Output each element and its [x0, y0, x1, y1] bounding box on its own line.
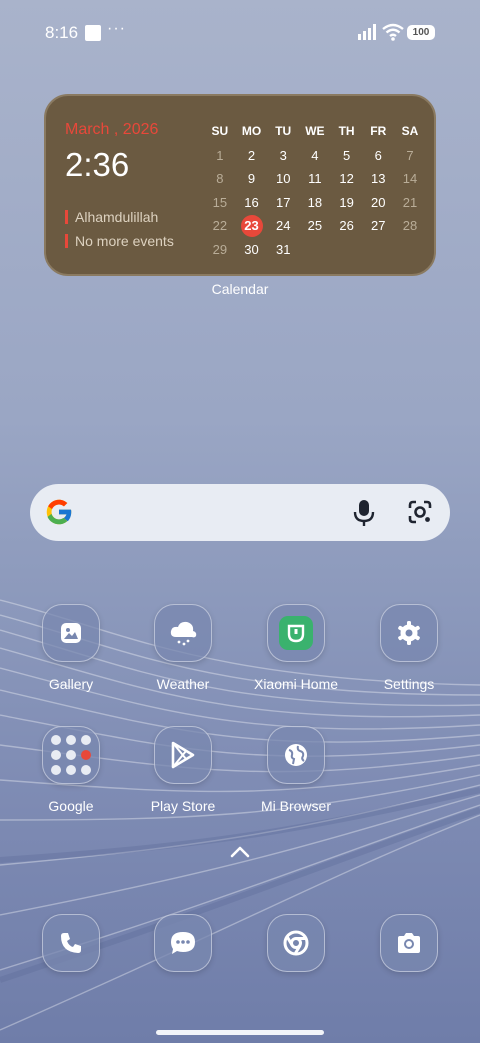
calendar-widget-label: Calendar	[211, 281, 269, 297]
weekday-header: TU	[275, 124, 292, 138]
google-lens-icon[interactable]	[406, 498, 434, 526]
calendar-day: 30	[244, 241, 259, 257]
calendar-day: 26	[339, 218, 354, 233]
notification-icon	[85, 25, 101, 41]
calendar-grid: SU MO TU WE TH FR SA 1 2 3 4 5 6 7 8 9 10 11 12 13 14…	[204, 120, 426, 261]
battery-icon: 100	[407, 25, 435, 40]
calendar-day: 21	[402, 194, 418, 210]
dock-chrome[interactable]	[241, 914, 351, 972]
weekday-header: WE	[305, 124, 325, 138]
gesture-navigation-bar[interactable]	[156, 1030, 324, 1035]
calendar-day: 9	[247, 171, 256, 186]
app-mi-browser[interactable]: Mi Browser	[241, 726, 351, 814]
calendar-day: 12	[339, 171, 354, 186]
calendar-widget[interactable]: March , 2026 2:36 Alhamdulillah No more …	[44, 94, 436, 276]
app-label: Gallery	[48, 676, 94, 692]
xiaomi-home-icon	[267, 604, 325, 662]
play-store-icon	[154, 726, 212, 784]
calendar-day: 17	[275, 194, 291, 210]
chevron-up-icon[interactable]	[229, 845, 251, 859]
weekday-header: SU	[211, 124, 229, 138]
gear-icon	[380, 604, 438, 662]
calendar-day: 8	[216, 171, 224, 186]
calendar-day: 4	[311, 147, 319, 163]
calendar-event: No more events	[65, 234, 174, 248]
calendar-day-today: 23	[236, 214, 268, 238]
weather-icon	[154, 604, 212, 662]
calendar-day: 2	[247, 147, 256, 163]
weekday-header: SA	[401, 124, 419, 138]
app-label: Mi Browser	[260, 798, 331, 814]
google-folder-icon	[42, 726, 100, 784]
calendar-day: 5	[342, 147, 351, 163]
calendar-day: 7	[406, 147, 414, 163]
calendar-month: March , 2026	[65, 121, 159, 138]
calendar-day: 28	[402, 218, 418, 233]
calendar-day: 19	[339, 194, 354, 210]
calendar-day: 1	[216, 147, 224, 163]
camera-icon	[380, 914, 438, 972]
widget-clock: 2:36	[65, 146, 130, 183]
google-logo-icon	[46, 499, 73, 525]
weekday-header: TH	[338, 124, 355, 138]
calendar-day	[362, 238, 394, 262]
calendar-day: 10	[275, 171, 291, 186]
status-time: 8:16	[45, 23, 79, 42]
calendar-day	[394, 238, 426, 262]
calendar-day: 3	[279, 147, 287, 163]
calendar-day: 14	[402, 171, 418, 186]
phone-icon	[42, 914, 100, 972]
app-settings[interactable]: Settings	[354, 604, 464, 692]
status-bar: 8:16 ··· 100	[0, 0, 480, 64]
calendar-day: 24	[275, 218, 291, 233]
calendar-day: 15	[212, 194, 228, 210]
calendar-day: 18	[307, 194, 323, 210]
calendar-day: 13	[371, 171, 386, 186]
app-play-store[interactable]: Play Store	[128, 726, 238, 814]
calendar-day: 20	[371, 194, 386, 210]
app-gallery[interactable]: Gallery	[16, 604, 126, 692]
calendar-day: 22	[212, 218, 228, 233]
google-search-bar[interactable]	[30, 484, 450, 541]
dock-messages[interactable]	[128, 914, 238, 972]
calendar-day: 25	[307, 218, 323, 233]
calendar-day: 11	[308, 171, 322, 186]
app-label: Google	[48, 798, 94, 814]
messages-icon	[154, 914, 212, 972]
calendar-day: 31	[275, 241, 291, 257]
app-label: Weather	[156, 676, 210, 692]
folder-google[interactable]: Google	[16, 726, 126, 814]
dock-phone[interactable]	[16, 914, 126, 972]
more-notifications-icon: ···	[107, 20, 126, 37]
chrome-icon	[267, 914, 325, 972]
app-label: Settings	[383, 676, 435, 692]
calendar-day: 16	[244, 194, 259, 210]
calendar-day: 29	[212, 241, 228, 257]
app-xiaomi-home[interactable]: Xiaomi Home	[241, 604, 351, 692]
calendar-day: 27	[371, 218, 386, 233]
weekday-header: MO	[241, 124, 262, 138]
gallery-icon	[42, 604, 100, 662]
globe-icon	[267, 726, 325, 784]
signal-icon	[358, 24, 376, 40]
calendar-day	[331, 238, 363, 262]
dock-camera[interactable]	[354, 914, 464, 972]
voice-search-icon[interactable]	[352, 499, 376, 527]
app-weather[interactable]: Weather	[128, 604, 238, 692]
app-label: Xiaomi Home	[253, 676, 339, 692]
weekday-header: FR	[370, 124, 387, 138]
calendar-event: Alhamdulillah	[65, 210, 158, 224]
wifi-icon	[382, 23, 404, 41]
app-label: Play Store	[150, 798, 216, 814]
calendar-day	[299, 238, 331, 262]
calendar-day: 6	[374, 147, 382, 163]
